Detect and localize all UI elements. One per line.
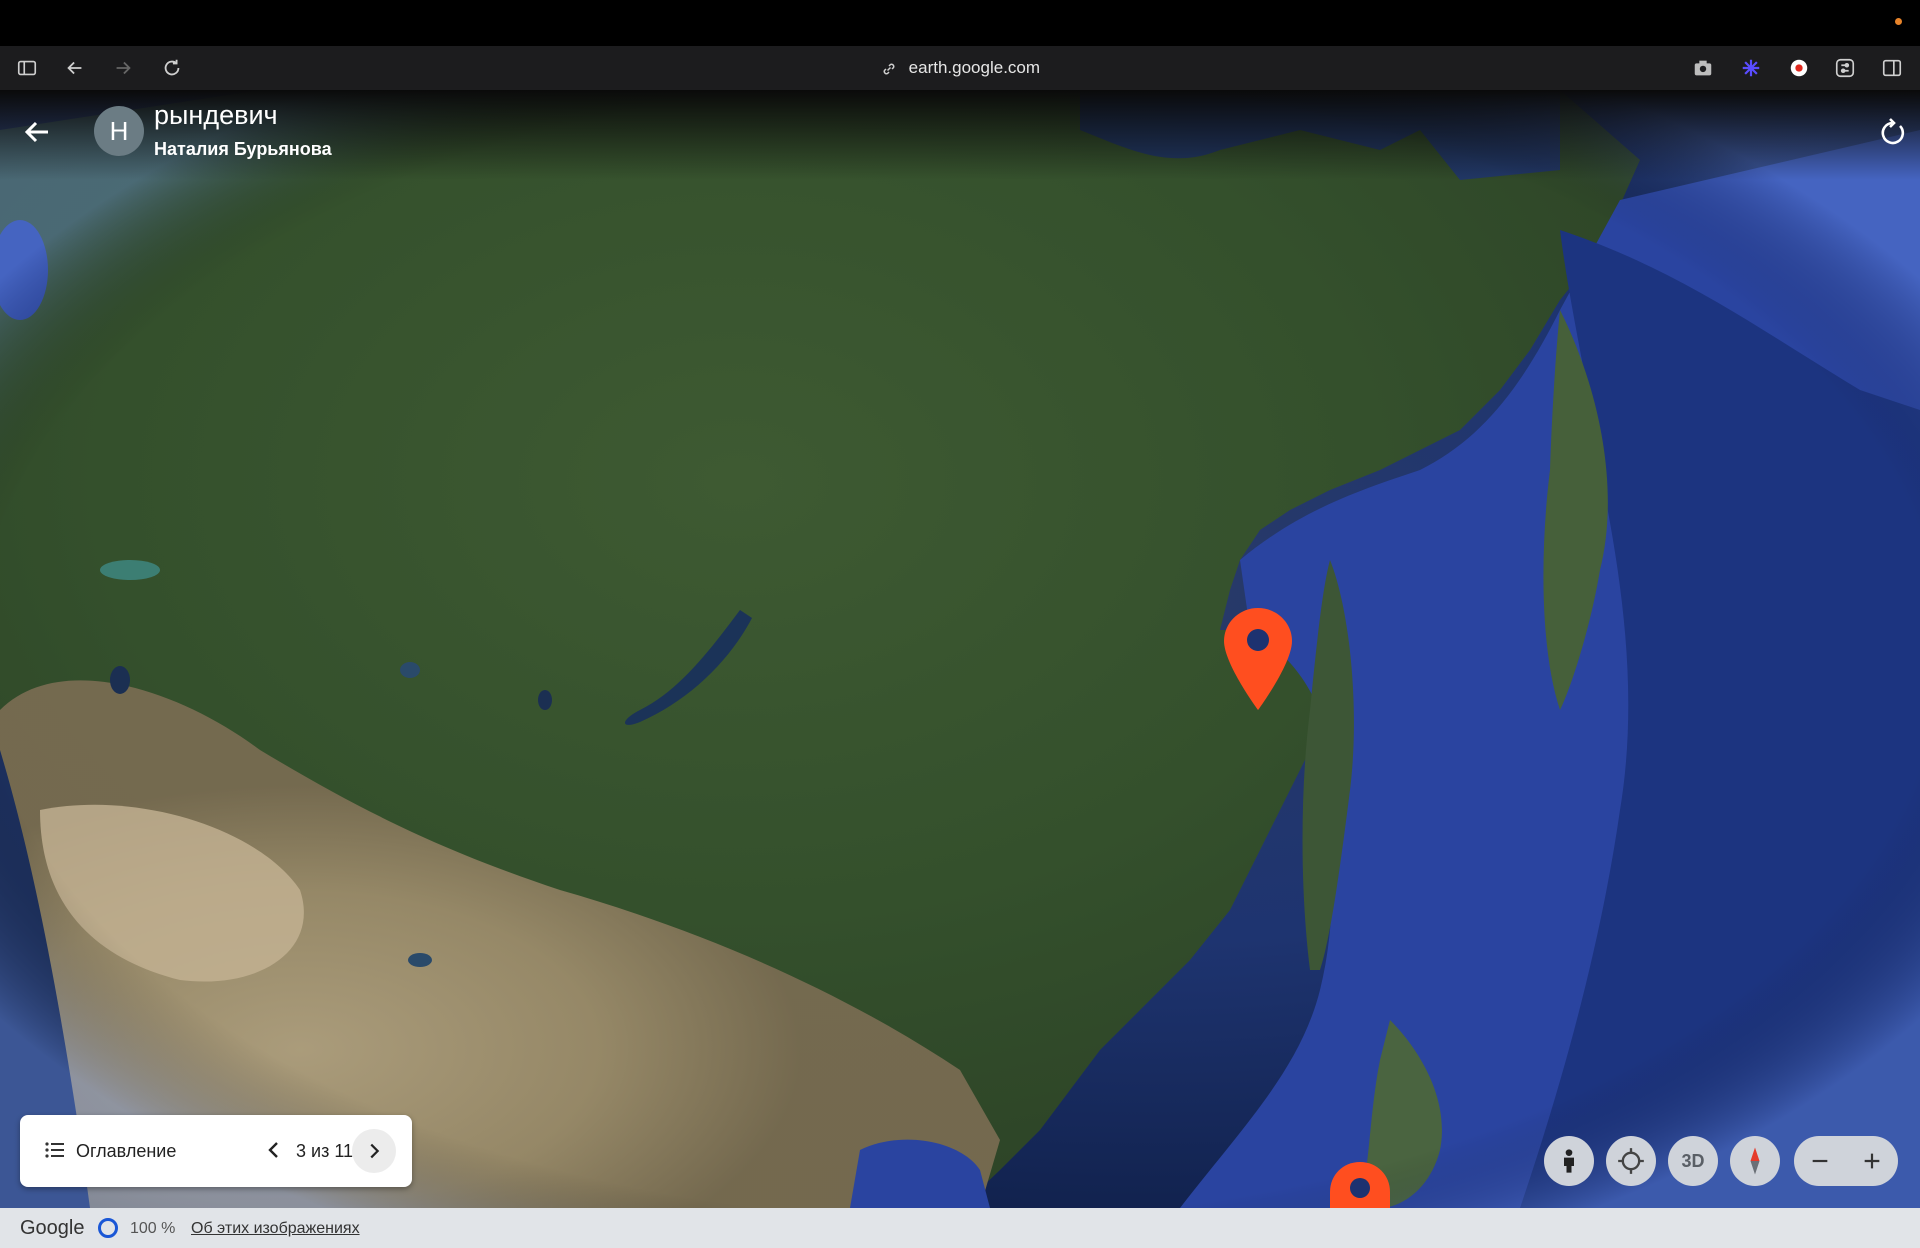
zoom-out-button[interactable] [1794, 1136, 1846, 1186]
pegman-icon [1564, 1149, 1574, 1173]
compass-button[interactable] [1730, 1136, 1780, 1186]
link-icon [880, 59, 898, 79]
project-title: рындевич [154, 100, 278, 130]
plus-icon [1864, 1153, 1880, 1169]
next-slide-button[interactable] [352, 1129, 396, 1173]
back-arrow-icon [24, 121, 48, 143]
chevron-left-icon [268, 1142, 278, 1158]
toc-panel: Оглавление 3 из 11 [20, 1115, 412, 1187]
rotate-button[interactable] [1876, 116, 1908, 148]
minus-icon [1812, 1159, 1828, 1163]
prev-slide-button[interactable] [262, 1138, 286, 1162]
slide-counter: 3 из 11 [296, 1141, 354, 1161]
status-dot [1895, 18, 1902, 25]
rotate-icon [1881, 118, 1905, 145]
about-imagery-link[interactable]: Об этих изображениях [191, 1220, 360, 1238]
back-button[interactable] [20, 115, 54, 149]
split-view-icon[interactable] [1880, 56, 1904, 80]
toggle-3d-label: 3D [1681, 1150, 1705, 1171]
crosshair-icon [1618, 1148, 1644, 1174]
load-percent: 100 % [130, 1220, 176, 1237]
google-logo: Google [20, 1217, 85, 1239]
browser-toolbar: earth.google.com [0, 46, 1920, 90]
list-icon[interactable] [44, 1139, 66, 1161]
toggle-3d-button[interactable]: 3D [1668, 1136, 1718, 1186]
address-bar[interactable]: earth.google.com [0, 58, 1920, 79]
camera-icon[interactable] [1691, 56, 1715, 80]
window-top-bar [0, 0, 1920, 46]
settings-icon[interactable] [1833, 56, 1857, 80]
earth-imagery[interactable] [0, 90, 1920, 1208]
toc-label[interactable]: Оглавление [76, 1141, 176, 1162]
map-pin-partial[interactable] [1328, 1160, 1392, 1208]
header-overlay [0, 90, 1920, 180]
url-text: earth.google.com [908, 58, 1041, 77]
zoom-in-button[interactable] [1846, 1136, 1898, 1186]
pegman-button[interactable] [1544, 1136, 1594, 1186]
project-author: Наталия Бурьянова [154, 139, 332, 159]
globe-map[interactable] [0, 90, 1920, 1208]
loading-indicator-icon [98, 1218, 118, 1238]
zoom-control [1794, 1136, 1898, 1186]
map-pin[interactable] [1222, 606, 1294, 712]
status-bar: Google 100 % Об этих изображениях [0, 1208, 1920, 1248]
avatar: Н [94, 106, 144, 156]
record-icon[interactable] [1787, 56, 1811, 80]
my-location-button[interactable] [1606, 1136, 1656, 1186]
extension-icon[interactable] [1739, 56, 1763, 80]
chevron-right-icon [370, 1143, 380, 1159]
compass-icon [1750, 1147, 1760, 1175]
